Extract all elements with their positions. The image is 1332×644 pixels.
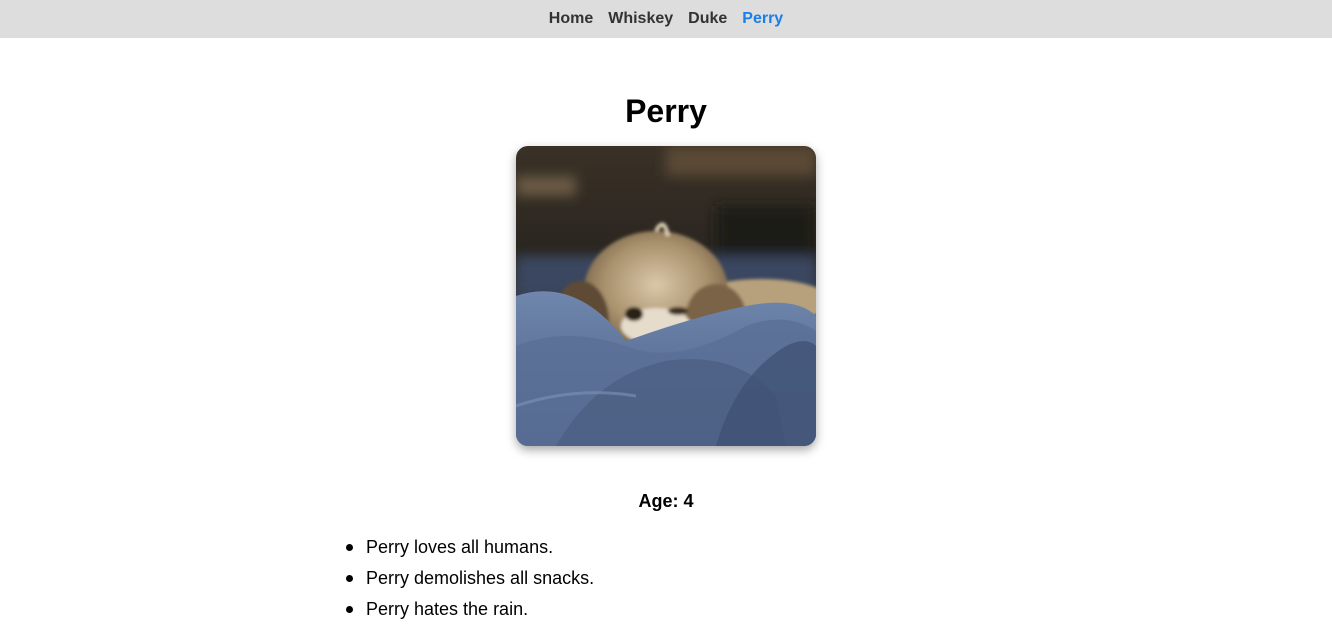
traits-list: Perry loves all humans. Perry demolishes… — [346, 532, 594, 625]
trait-text: Perry demolishes all snacks. — [366, 568, 595, 588]
dog-photo — [516, 146, 816, 446]
bullet-icon — [346, 606, 353, 613]
list-item: Perry demolishes all snacks. — [346, 563, 595, 594]
list-item: Perry hates the rain. — [346, 594, 594, 625]
main-content: Perry Age: 4 Perry loves all humans. Per… — [0, 38, 1332, 625]
trait-text: Perry loves all humans. — [366, 537, 554, 557]
nav-link-duke[interactable]: Duke — [688, 11, 727, 27]
bullet-icon — [346, 544, 353, 551]
age-label: Age: 4 — [638, 491, 694, 511]
nav-link-home[interactable]: Home — [549, 11, 593, 27]
bullet-icon — [346, 575, 353, 582]
nav-link-whiskey[interactable]: Whiskey — [608, 11, 673, 27]
sleeping-dog-photo — [516, 146, 816, 446]
page-title: Perry — [625, 93, 707, 129]
list-item: Perry loves all humans. — [346, 532, 594, 563]
nav-link-perry[interactable]: Perry — [742, 11, 783, 27]
trait-text: Perry hates the rain. — [366, 599, 529, 619]
top-nav: Home Whiskey Duke Perry — [0, 0, 1332, 38]
